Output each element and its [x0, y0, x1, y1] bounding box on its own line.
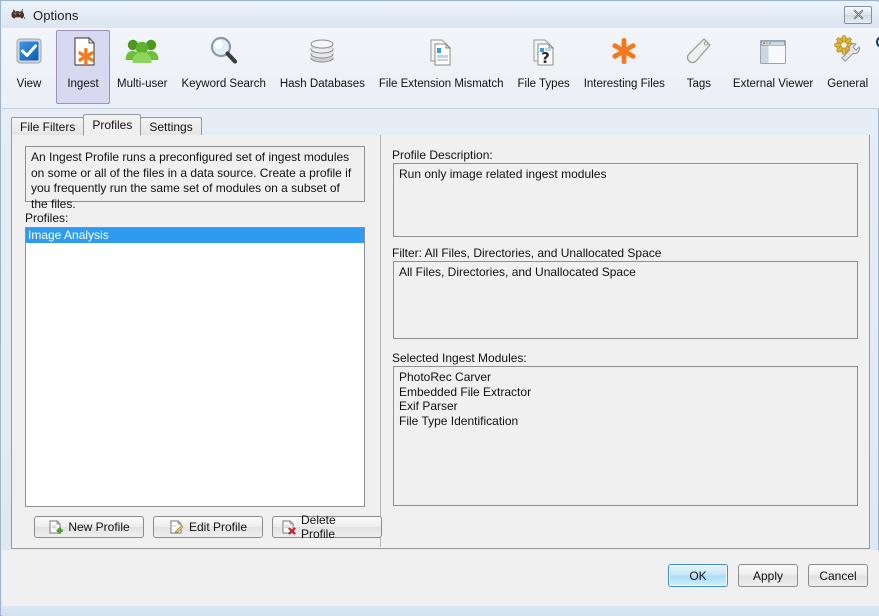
tab-label: File Filters [20, 120, 75, 134]
profiles-label: Profiles: [25, 211, 68, 225]
title-bar: Options [2, 2, 879, 28]
button-label: Edit Profile [189, 520, 247, 534]
dialog-footer: OK Apply Cancel [2, 550, 879, 606]
tab-strip: File Filters Profiles Settings [11, 116, 870, 136]
toolbar-item-hash-databases[interactable]: Hash Databases [273, 30, 372, 104]
button-label: Apply [753, 569, 783, 583]
toolbar-label: File Types [518, 78, 570, 90]
tab-settings[interactable]: Settings [140, 117, 201, 136]
selected-ingest-modules-label: Selected Ingest Modules: [392, 351, 527, 365]
button-label: Cancel [819, 569, 856, 583]
filter-label: Filter: All Files, Directories, and Unal… [392, 246, 661, 260]
filter-box: All Files, Directories, and Unallocated … [393, 261, 858, 339]
toolbar-filter-group [875, 34, 879, 53]
toolbar-label: Tags [687, 78, 711, 90]
toolbar-label: Hash Databases [280, 78, 365, 90]
module-item: Embedded File Extractor [399, 385, 852, 400]
ok-button[interactable]: OK [668, 564, 728, 587]
tab-label: Profiles [92, 118, 132, 132]
profile-description-label: Profile Description: [392, 148, 493, 162]
profile-description-box: Run only image related ingest modules [393, 163, 858, 237]
file-types-question-icon: ? [524, 34, 564, 76]
toolbar-label: Keyword Search [181, 78, 265, 90]
interesting-files-asterisk-icon [604, 34, 644, 76]
options-dialog: Options [0, 0, 879, 616]
dialog-button-row: OK Apply Cancel [658, 564, 868, 587]
autopsy-dog-icon [9, 6, 27, 24]
view-checkbox-icon [9, 34, 49, 76]
general-gear-wrench-icon [828, 34, 868, 76]
profile-button-row: New Profile Edit Profile [34, 516, 391, 538]
svg-text:?: ? [541, 49, 550, 67]
ingest-document-star-icon [63, 34, 103, 76]
multi-user-people-icon [122, 34, 162, 76]
tab-file-filters[interactable]: File Filters [11, 117, 84, 136]
search-magnifier-icon[interactable] [875, 35, 879, 52]
button-label: OK [689, 569, 706, 583]
button-label: New Profile [68, 520, 129, 534]
button-label: Delete Profile [301, 513, 373, 541]
toolbar-item-general[interactable]: General [820, 30, 875, 104]
left-pane: An Ingest Profile runs a preconfigured s… [12, 135, 380, 547]
toolbar-item-ingest[interactable]: Ingest [56, 30, 110, 104]
hash-database-disks-icon [302, 34, 342, 76]
close-button[interactable] [844, 6, 872, 24]
profile-name: Image Analysis [28, 228, 109, 242]
tab-label: Settings [149, 120, 192, 134]
toolbar-item-file-extension-mismatch[interactable]: File Extension Mismatch [372, 30, 511, 104]
tags-label-icon [679, 34, 719, 76]
toolbar-label: View [17, 78, 42, 90]
toolbar-label: External Viewer [733, 78, 813, 90]
toolbar-item-file-types[interactable]: ? File Types [511, 30, 577, 104]
apply-button[interactable]: Apply [738, 564, 798, 587]
new-profile-button[interactable]: New Profile [34, 516, 144, 538]
window-title: Options [33, 8, 79, 23]
toolbar-item-interesting-files[interactable]: Interesting Files [577, 30, 672, 104]
toolbar-label: Ingest [67, 78, 98, 90]
toolbar-label: File Extension Mismatch [379, 78, 504, 90]
profiles-list[interactable]: Image Analysis [25, 227, 365, 507]
module-item: File Type Identification [399, 414, 852, 429]
cancel-button[interactable]: Cancel [808, 564, 868, 587]
edit-profile-button[interactable]: Edit Profile [153, 516, 263, 538]
toolbar-item-tags[interactable]: Tags [672, 30, 726, 104]
toolbar-item-keyword-search[interactable]: Keyword Search [174, 30, 272, 104]
toolbar-item-multi-user[interactable]: Multi-user [110, 30, 174, 104]
toolbar-label: Multi-user [117, 78, 167, 90]
ingest-profile-help-text: An Ingest Profile runs a preconfigured s… [25, 146, 365, 202]
edit-profile-pencil-icon [169, 520, 184, 535]
status-bar [2, 606, 879, 616]
selected-ingest-modules-box: PhotoRec Carver Embedded File Extractor … [393, 366, 858, 506]
keyword-search-magnifier-icon [204, 34, 244, 76]
toolbar-label: Interesting Files [584, 78, 665, 90]
external-viewer-window-icon [753, 34, 793, 76]
list-item[interactable]: Image Analysis [26, 228, 364, 243]
options-toolbar: View Ingest [2, 28, 879, 109]
file-extension-mismatch-icon [421, 34, 461, 76]
tab-profiles[interactable]: Profiles [83, 114, 141, 136]
profiles-panel: An Ingest Profile runs a preconfigured s… [11, 135, 870, 549]
right-pane: Profile Description: Run only image rela… [381, 135, 870, 547]
close-icon [853, 9, 864, 22]
delete-profile-button[interactable]: Delete Profile [272, 516, 382, 538]
delete-profile-red-x-icon [281, 520, 296, 535]
module-item: PhotoRec Carver [399, 370, 852, 385]
new-profile-document-plus-icon [48, 520, 63, 535]
toolbar-item-external-viewer[interactable]: External Viewer [726, 30, 820, 104]
toolbar-item-view[interactable]: View [2, 30, 56, 104]
module-item: Exif Parser [399, 399, 852, 414]
toolbar-label: General [827, 78, 868, 90]
